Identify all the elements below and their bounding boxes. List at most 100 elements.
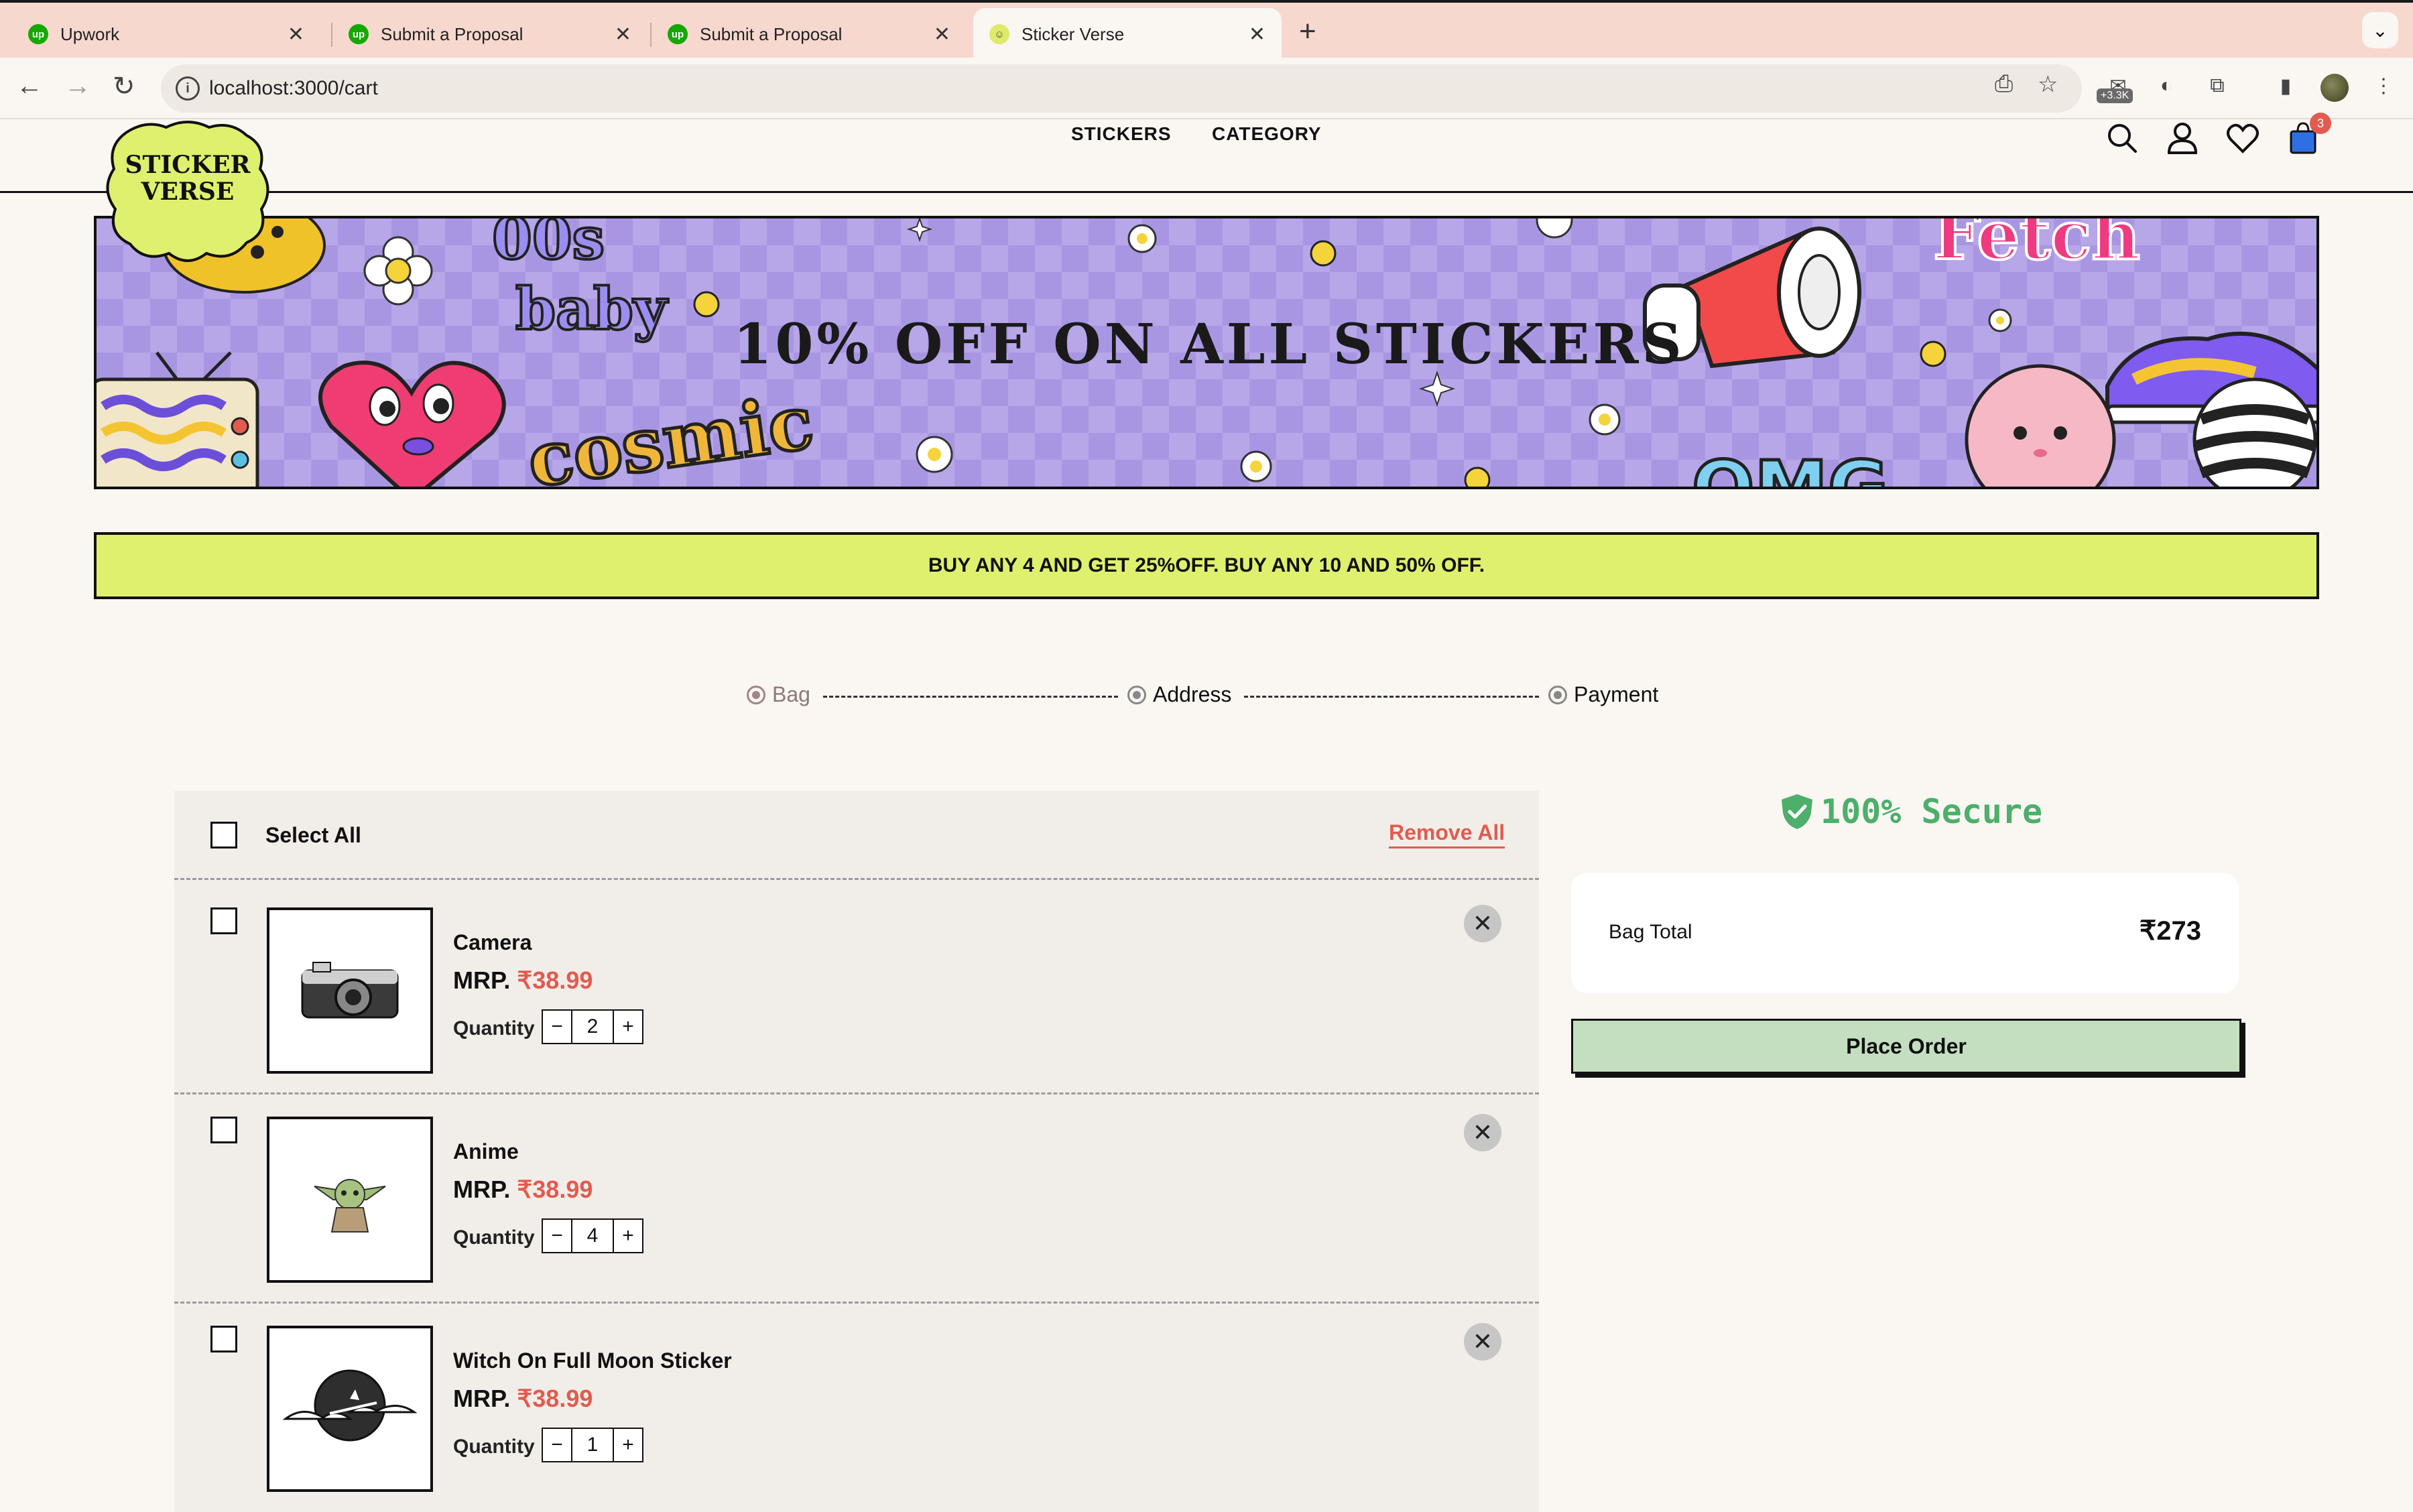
quantity-label: Quantity <box>453 1017 535 1040</box>
svg-text:Fetch: Fetch <box>1933 218 2140 275</box>
browser-tab-upwork[interactable]: up Upwork ✕ <box>12 8 320 60</box>
nav-stickers[interactable]: STICKERS <box>1071 123 1172 145</box>
svg-text:cosmic: cosmic <box>523 379 818 489</box>
close-tab-icon[interactable]: ✕ <box>934 23 950 46</box>
tab-title: Upwork <box>60 23 120 44</box>
step-address: Address <box>1127 682 1231 707</box>
bag-total-label: Bag Total <box>1609 921 1692 943</box>
forward-arrow-icon[interactable]: → <box>64 71 91 101</box>
quantity-value[interactable]: 2 <box>571 1011 614 1043</box>
step-bag: Bag <box>747 682 810 707</box>
increment-button[interactable]: + <box>614 1011 642 1043</box>
divider <box>174 1092 1539 1094</box>
extension-badge: +3.3K <box>2097 88 2133 103</box>
tab-search-chevron-icon[interactable]: ⌄ <box>2362 12 2398 48</box>
extensions-puzzle-icon[interactable]: ⧉ <box>2203 71 2232 101</box>
logo-text: STICKER VERSE <box>125 151 251 206</box>
shield-check-icon <box>1782 794 1812 829</box>
tab-title: Submit a Proposal <box>700 23 843 44</box>
bag-total-value: ₹273 <box>2139 916 2201 946</box>
camera-sticker-image <box>301 962 399 1019</box>
quantity-value[interactable]: 4 <box>571 1220 614 1252</box>
quantity-label: Quantity <box>453 1436 535 1458</box>
remove-item-close-icon[interactable]: ✕ <box>1464 1114 1501 1151</box>
browser-toolbar: ← → ↻ i localhost:3000/cart ⎙ ☆ <box>0 58 2413 119</box>
upwork-favicon-icon: up <box>349 24 369 44</box>
new-tab-button[interactable]: + <box>1299 15 1316 48</box>
item-thumbnail[interactable] <box>267 1326 433 1492</box>
increment-button[interactable]: + <box>614 1429 642 1461</box>
svg-text:OMG: OMG <box>1692 445 1888 489</box>
anime-sticker-image <box>314 1179 386 1233</box>
order-summary-card: Bag Total ₹273 <box>1571 873 2239 993</box>
step-payment: Payment <box>1548 682 1658 707</box>
profile-avatar[interactable] <box>2321 74 2349 102</box>
cart-count-badge: 3 <box>2310 113 2331 134</box>
item-name[interactable]: Witch On Full Moon Sticker <box>453 1348 732 1373</box>
svg-text:00s: 00s <box>492 218 605 273</box>
quantity-label: Quantity <box>453 1226 535 1249</box>
item-name[interactable]: Camera <box>453 930 532 955</box>
decrement-button[interactable]: − <box>543 1011 571 1043</box>
color-extension-icon[interactable]: ◐ <box>2152 71 2181 101</box>
site-info-icon[interactable]: i <box>176 76 200 101</box>
install-app-icon[interactable]: ⎙ <box>1995 71 2013 97</box>
place-order-button[interactable]: Place Order <box>1571 1019 2241 1074</box>
witch-moon-sticker-image <box>283 1369 417 1442</box>
side-panel-icon[interactable]: ▮ <box>2271 71 2300 101</box>
quantity-stepper: − 1 + <box>542 1428 643 1462</box>
quantity-value[interactable]: 1 <box>571 1429 614 1461</box>
quantity-stepper: − 2 + <box>542 1009 643 1044</box>
remove-item-close-icon[interactable]: ✕ <box>1464 905 1501 942</box>
user-account-icon[interactable] <box>2165 121 2200 155</box>
item-thumbnail[interactable] <box>267 907 433 1074</box>
banner-title: 10% OFF ON ALL STICKERS <box>733 312 1685 377</box>
site-header <box>0 119 2413 193</box>
step-label: Bag <box>772 682 810 706</box>
select-all-label: Select All <box>265 823 361 847</box>
browser-menu-icon[interactable]: ⋮ <box>2369 71 2398 101</box>
step-radio-icon <box>747 685 765 704</box>
url-text: localhost:3000/cart <box>209 77 378 99</box>
browser-tab-proposal-1[interactable]: up Submit a Proposal ✕ <box>332 8 647 60</box>
item-checkbox[interactable] <box>210 1326 237 1352</box>
increment-button[interactable]: + <box>614 1220 642 1252</box>
decrement-button[interactable]: − <box>543 1429 571 1461</box>
site-logo[interactable]: STICKER VERSE <box>99 119 276 267</box>
reload-icon[interactable]: ↻ <box>113 71 135 102</box>
search-icon[interactable] <box>2105 121 2140 155</box>
step-connector <box>823 696 1118 698</box>
nav-category[interactable]: CATEGORY <box>1212 123 1322 145</box>
wishlist-heart-icon[interactable] <box>2225 121 2260 155</box>
decrement-button[interactable]: − <box>543 1220 571 1252</box>
bookmark-star-icon[interactable]: ☆ <box>2038 71 2058 98</box>
browser-tab-strip: up Upwork ✕ up Submit a Proposal ✕ up Su… <box>0 0 2413 60</box>
remove-item-close-icon[interactable]: ✕ <box>1464 1323 1501 1361</box>
browser-tab-sticker-verse[interactable]: ☺ Sticker Verse ✕ <box>973 8 1282 60</box>
back-arrow-icon[interactable]: ← <box>16 71 43 101</box>
secure-checkout-label: 100% Secure <box>1780 792 2042 831</box>
step-label: Payment <box>1574 682 1659 706</box>
upwork-favicon-icon: up <box>668 24 688 44</box>
upwork-favicon-icon: up <box>28 24 48 44</box>
divider <box>174 878 1539 880</box>
close-tab-icon[interactable]: ✕ <box>615 23 631 46</box>
item-checkbox[interactable] <box>210 907 237 934</box>
close-tab-icon[interactable]: ✕ <box>288 23 304 46</box>
item-checkbox[interactable] <box>210 1117 237 1143</box>
quantity-stepper: − 4 + <box>542 1218 643 1253</box>
item-thumbnail[interactable] <box>267 1117 433 1283</box>
tab-title: Submit a Proposal <box>381 23 523 44</box>
tab-title: Sticker Verse <box>1022 23 1125 44</box>
item-price: MRP. ₹38.99 <box>453 1176 593 1203</box>
item-price: MRP. ₹38.99 <box>453 1385 593 1412</box>
select-all-checkbox[interactable] <box>210 822 237 848</box>
promo-banner[interactable]: 00s baby cosmic Fetch OMG 10% OFF ON ALL… <box>94 216 2319 489</box>
address-bar[interactable]: i localhost:3000/cart <box>161 64 2082 113</box>
divider <box>174 1302 1539 1304</box>
remove-all-button[interactable]: Remove All <box>1389 820 1505 848</box>
item-name[interactable]: Anime <box>453 1139 519 1164</box>
step-radio-icon <box>1548 685 1567 704</box>
close-tab-icon[interactable]: ✕ <box>1249 23 1265 46</box>
browser-tab-proposal-2[interactable]: up Submit a Proposal ✕ <box>652 8 967 60</box>
